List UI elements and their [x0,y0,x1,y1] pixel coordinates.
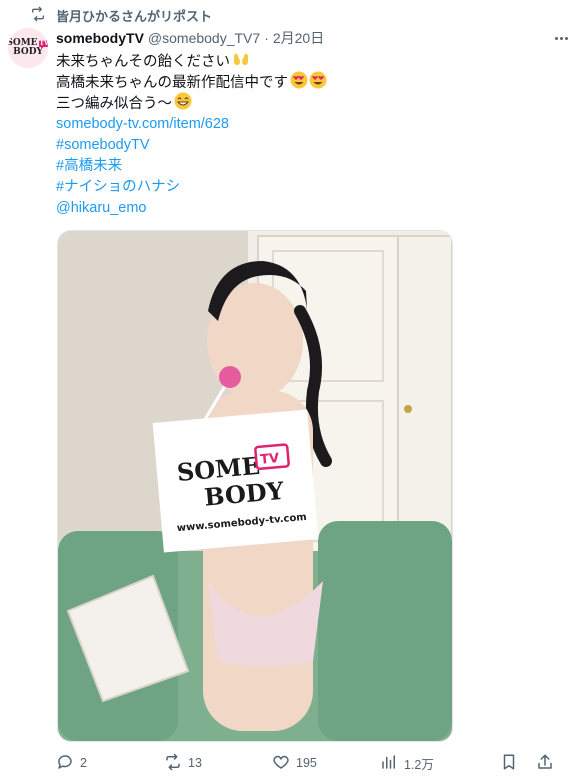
repost-action-icon [164,753,182,774]
author-handle[interactable]: @somebody_TV7 [148,30,260,46]
text-line-2: 高橋未来ちゃんの最新作配信中です [56,71,328,96]
door-knob [404,405,412,413]
reply-icon [56,753,74,774]
reply-button[interactable]: 2 [56,753,164,774]
grinning-emoji-icon [174,92,192,117]
sign-badge: TV [260,451,280,468]
repost-indicator[interactable]: 皆月ひかるさんがリポスト [30,4,212,26]
avatar-line2: BODY [13,47,43,57]
views-button[interactable]: 1.2万 [380,753,500,774]
like-button[interactable]: 195 [272,753,380,774]
avatar[interactable]: SOME TV BODY [8,28,48,68]
view-count: 1.2万 [404,757,434,772]
reply-count: 2 [80,756,87,770]
repost-count: 13 [188,756,202,770]
hashtag-somebodytv[interactable]: #somebodyTV [56,135,150,156]
repost-button[interactable]: 13 [164,753,272,774]
bookmark-icon [500,753,518,774]
bar-chart-icon [380,753,398,774]
avatar-tv-badge: TV [38,40,48,47]
share-icon [536,753,554,774]
hashtag-naisho[interactable]: #ナイショのハナシ [56,177,180,198]
open-hands-emoji-icon [232,51,250,74]
post-header: somebodyTV @somebody_TV7 · 2月20日 [56,28,324,48]
post-photo[interactable]: SOME TV BODY www.somebody-tv.com [57,230,453,742]
like-count: 195 [296,756,317,770]
bookmark-button[interactable] [500,753,536,774]
text-line-3: 三つ編み似合う〜 [56,92,328,117]
action-bar: 2 13 195 1.2万 [56,752,572,774]
heart-icon [272,753,290,774]
heart-eyes-emoji-icon [290,71,328,96]
separator: · [264,30,269,46]
hashtag-takahashi-miku[interactable]: #高橋未来 [56,156,122,177]
post-date[interactable]: 2月20日 [273,28,324,48]
author-name[interactable]: somebodyTV [56,30,144,46]
mention-hikaru[interactable]: @hikaru_emo [56,198,146,219]
repost-text: 皆月ひかるさんがリポスト [56,8,213,24]
post-text: 未来ちゃんその飴ください 高橋未来ちゃんの最新作配信中です 三つ編み似合う〜 s… [56,52,328,218]
somebody-sign: SOME TV BODY www.somebody-tv.com [152,409,319,553]
repost-icon [30,6,46,25]
text-line-1: 未来ちゃんその飴ください [56,52,328,73]
item-link[interactable]: somebody-tv.com/item/628 [56,114,229,135]
share-button[interactable] [536,753,560,774]
more-options-icon[interactable] [551,30,571,46]
